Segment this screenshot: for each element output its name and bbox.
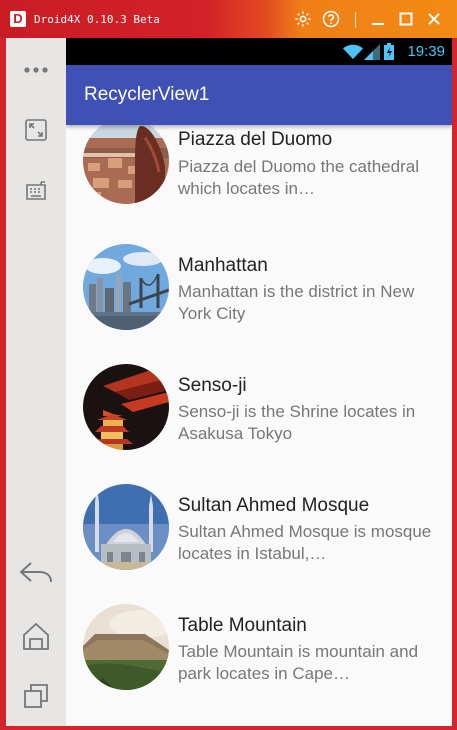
close-button[interactable]	[424, 9, 444, 29]
fullscreen-button[interactable]	[6, 110, 66, 150]
item-description: Table Mountain is mountain and park loca…	[178, 642, 419, 683]
status-bar: 19:39	[66, 38, 452, 65]
item-description: Sultan Ahmed Mosque is mosque locates in…	[178, 522, 432, 563]
fullscreen-icon	[25, 119, 47, 141]
battery-icon	[384, 43, 394, 60]
help-button[interactable]	[321, 9, 341, 29]
home-icon	[23, 622, 49, 650]
app-bar: RecyclerView1	[66, 65, 452, 125]
more-button[interactable]	[6, 50, 66, 90]
item-title: Sultan Ahmed Mosque	[178, 495, 370, 516]
app-bar-title: RecyclerView1	[84, 84, 210, 105]
window-title: Droid4X 0.10.3 Beta	[34, 13, 160, 26]
list-item[interactable]: Sultan Ahmed Mosque Sultan Ahmed Mosque …	[66, 478, 452, 598]
settings-button[interactable]	[293, 9, 313, 29]
wifi-icon	[343, 44, 363, 59]
list-item[interactable]: Piazza del Duomo Piazza del Duomo the ca…	[66, 118, 452, 238]
close-icon	[428, 13, 440, 25]
window-titlebar[interactable]: D Droid4X 0.10.3 Beta	[0, 0, 457, 38]
titlebar-divider	[355, 12, 356, 28]
item-title: Piazza del Duomo	[178, 129, 333, 150]
emulator-window: D Droid4X 0.10.3 Beta 19:39 RecyclerView…	[0, 0, 457, 730]
place-thumbnail	[83, 604, 169, 690]
keyboard-button[interactable]	[6, 170, 66, 210]
maximize-icon	[399, 12, 413, 26]
item-description: Senso-ji is the Shrine locates in Asakus…	[178, 402, 416, 443]
minimize-button[interactable]	[368, 9, 388, 29]
item-title: Manhattan	[178, 255, 268, 276]
back-button[interactable]	[6, 553, 66, 593]
question-icon	[322, 10, 340, 28]
recent-apps-button[interactable]	[6, 676, 66, 716]
signal-icon	[364, 44, 380, 60]
keyboard-icon	[26, 181, 46, 200]
place-thumbnail	[83, 118, 169, 204]
droid4x-logo: D	[10, 11, 26, 27]
minimize-icon	[372, 23, 384, 25]
home-button[interactable]	[6, 616, 66, 656]
gear-icon	[295, 11, 311, 27]
recent-apps-icon	[24, 684, 48, 708]
maximize-button[interactable]	[396, 9, 416, 29]
list-item[interactable]: Manhattan Manhattan is the district in N…	[66, 238, 452, 358]
recycler-list[interactable]: Piazza del Duomo Piazza del Duomo the ca…	[66, 118, 452, 726]
place-thumbnail	[83, 364, 169, 450]
item-description: Piazza del Duomo the cathedral which loc…	[178, 157, 419, 198]
item-title: Senso-ji	[178, 375, 247, 396]
more-dots-icon	[24, 67, 48, 73]
list-item[interactable]: Senso-ji Senso-ji is the Shrine locates …	[66, 358, 452, 478]
place-thumbnail	[83, 244, 169, 330]
status-clock: 19:39	[407, 43, 445, 60]
emulator-sidebar	[6, 38, 66, 726]
android-screen: 19:39 RecyclerView1 Piazza del Duomo Pia…	[66, 38, 452, 726]
list-item[interactable]: Table Mountain Table Mountain is mountai…	[66, 598, 452, 718]
back-icon	[19, 562, 52, 583]
item-title: Table Mountain	[178, 615, 307, 636]
item-description: Manhattan is the district in New York Ci…	[178, 282, 415, 323]
place-thumbnail	[83, 484, 169, 570]
